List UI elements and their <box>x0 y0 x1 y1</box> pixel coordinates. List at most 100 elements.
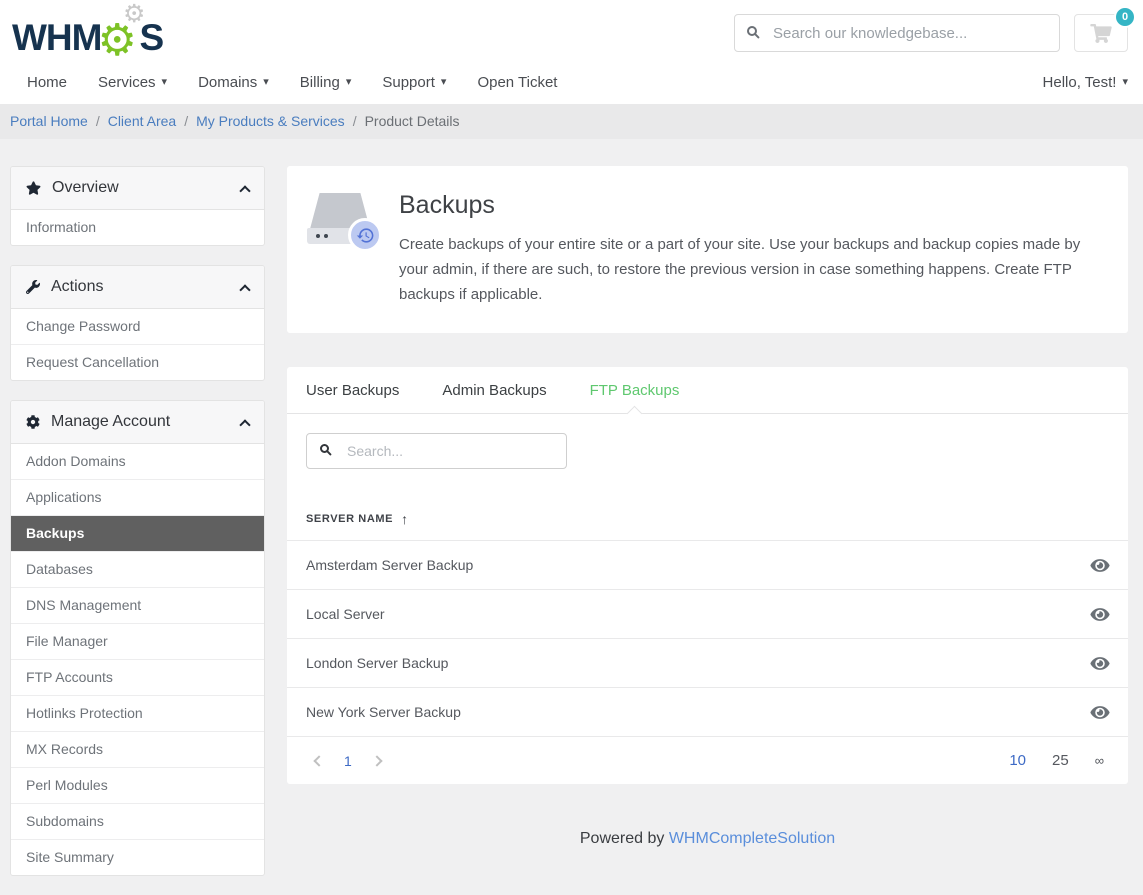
sidebar-panel-overview: Overview Information <box>10 166 265 246</box>
sidebar-item-site-summary[interactable]: Site Summary <box>11 839 264 875</box>
sidebar-item-addon-domains[interactable]: Addon Domains <box>11 444 264 479</box>
server-name-cell: Amsterdam Server Backup <box>306 557 473 573</box>
table-row[interactable]: Local Server <box>287 589 1128 638</box>
table-header: SERVER NAME ↑ <box>287 499 1128 540</box>
sidebar-item-request-cancellation[interactable]: Request Cancellation <box>11 344 264 380</box>
product-description: Create backups of your entire site or a … <box>399 233 1103 307</box>
nav-open-ticket[interactable]: Open Ticket <box>477 74 557 91</box>
page-size-25[interactable]: 25 <box>1052 752 1069 769</box>
chevron-left-icon[interactable] <box>313 755 324 766</box>
whmcs-logo[interactable]: WHM ⚙ ⚙ S <box>12 10 163 56</box>
caret-down-icon: ▾ <box>1122 77 1128 88</box>
page-size-infinity[interactable]: ∞ <box>1095 753 1104 768</box>
wrench-icon <box>26 280 40 294</box>
page-size-10[interactable]: 10 <box>1009 752 1026 769</box>
chevron-up-icon <box>239 284 250 295</box>
nav-billing[interactable]: Billing ▾ <box>300 74 352 91</box>
column-server-name[interactable]: SERVER NAME <box>306 513 393 525</box>
breadcrumb-current: Product Details <box>365 113 460 129</box>
eye-icon[interactable] <box>1089 704 1111 721</box>
header-top: WHM ⚙ ⚙ S 0 <box>0 0 1143 60</box>
breadcrumb-my-products[interactable]: My Products & Services <box>196 113 345 129</box>
caret-down-icon: ▾ <box>263 77 269 88</box>
sidebar-item-mx-records[interactable]: MX Records <box>11 731 264 767</box>
knowledgebase-search <box>734 14 1060 52</box>
sidebar-item-file-manager[interactable]: File Manager <box>11 623 264 659</box>
backup-drive-icon <box>307 193 373 249</box>
breadcrumb-portal-home[interactable]: Portal Home <box>10 113 88 129</box>
chevron-up-icon <box>239 419 250 430</box>
eye-icon[interactable] <box>1089 655 1111 672</box>
chevron-right-icon[interactable] <box>371 755 382 766</box>
sidebar: Overview Information Actions Change Pass… <box>10 166 265 895</box>
eye-icon[interactable] <box>1089 606 1111 623</box>
panel-title: Manage Account <box>51 413 241 431</box>
sidebar-item-databases[interactable]: Databases <box>11 551 264 587</box>
panel-header-actions[interactable]: Actions <box>11 266 264 309</box>
footer: Powered by WHMCompleteSolution <box>287 830 1128 848</box>
table-row[interactable]: London Server Backup <box>287 638 1128 687</box>
panel-header-manage-account[interactable]: Manage Account <box>11 401 264 444</box>
whmcompletesolution-link[interactable]: WHMCompleteSolution <box>669 830 835 847</box>
tab-user-backups[interactable]: User Backups <box>306 367 399 413</box>
table-search-input[interactable] <box>306 433 567 469</box>
page-number[interactable]: 1 <box>344 753 352 769</box>
nav-domains[interactable]: Domains ▾ <box>198 74 269 91</box>
breadcrumb: Portal Home / Client Area / My Products … <box>0 104 1143 139</box>
knowledgebase-search-input[interactable] <box>734 14 1060 52</box>
logo-text-whm: WHM <box>12 19 101 56</box>
table-row[interactable]: New York Server Backup <box>287 687 1128 736</box>
backups-tabs: User Backups Admin Backups FTP Backups <box>287 367 1128 414</box>
tab-admin-backups[interactable]: Admin Backups <box>442 367 546 413</box>
cart-button[interactable]: 0 <box>1074 14 1128 52</box>
page-title: Backups <box>399 191 1103 220</box>
tab-ftp-backups[interactable]: FTP Backups <box>590 367 680 413</box>
panel-title: Overview <box>52 179 241 197</box>
nav-home[interactable]: Home <box>27 74 67 91</box>
sidebar-item-perl-modules[interactable]: Perl Modules <box>11 767 264 803</box>
user-menu[interactable]: Hello, Test! ▾ <box>1043 74 1128 91</box>
breadcrumb-client-area[interactable]: Client Area <box>108 113 176 129</box>
caret-down-icon: ▾ <box>346 77 352 88</box>
sidebar-item-hotlinks-protection[interactable]: Hotlinks Protection <box>11 695 264 731</box>
powered-by-text: Powered by <box>580 830 665 847</box>
backups-panel: User Backups Admin Backups FTP Backups S… <box>287 367 1128 784</box>
caret-down-icon: ▾ <box>162 77 168 88</box>
cart-count-badge: 0 <box>1114 6 1136 28</box>
search-icon <box>320 444 329 453</box>
cart-icon <box>1090 24 1112 43</box>
eye-icon[interactable] <box>1089 557 1111 574</box>
sidebar-item-ftp-accounts[interactable]: FTP Accounts <box>11 659 264 695</box>
nav-services[interactable]: Services ▾ <box>98 74 167 91</box>
sidebar-item-applications[interactable]: Applications <box>11 479 264 515</box>
server-name-cell: London Server Backup <box>306 655 448 671</box>
sort-asc-icon[interactable]: ↑ <box>401 511 409 527</box>
sidebar-panel-manage-account: Manage Account Addon Domains Application… <box>10 400 265 876</box>
sidebar-item-change-password[interactable]: Change Password <box>11 309 264 344</box>
main-nav: Home Services ▾ Domains ▾ Billing ▾ Supp… <box>0 60 1143 104</box>
sidebar-panel-actions: Actions Change Password Request Cancella… <box>10 265 265 381</box>
main-content: Backups Create backups of your entire si… <box>287 166 1128 888</box>
panel-title: Actions <box>51 278 241 296</box>
pagination: 1 10 25 ∞ <box>287 736 1128 784</box>
panel-header-overview[interactable]: Overview <box>11 167 264 210</box>
header: WHM ⚙ ⚙ S 0 Home Services <box>0 0 1143 104</box>
search-icon <box>747 26 757 36</box>
gear-icon <box>26 415 40 429</box>
restore-icon <box>348 218 382 252</box>
star-icon <box>26 181 41 195</box>
sidebar-item-subdomains[interactable]: Subdomains <box>11 803 264 839</box>
gear-icon: ⚙ <box>123 2 145 27</box>
sidebar-item-backups[interactable]: Backups <box>11 515 264 551</box>
sidebar-item-information[interactable]: Information <box>11 210 264 245</box>
caret-down-icon: ▾ <box>441 77 447 88</box>
nav-support[interactable]: Support ▾ <box>382 74 446 91</box>
server-name-cell: Local Server <box>306 606 385 622</box>
table-search <box>306 433 567 469</box>
chevron-up-icon <box>239 185 250 196</box>
table-row[interactable]: Amsterdam Server Backup <box>287 540 1128 589</box>
logo-gears: ⚙ ⚙ <box>99 10 141 56</box>
product-header-card: Backups Create backups of your entire si… <box>287 166 1128 333</box>
sidebar-item-dns-management[interactable]: DNS Management <box>11 587 264 623</box>
server-name-cell: New York Server Backup <box>306 704 461 720</box>
